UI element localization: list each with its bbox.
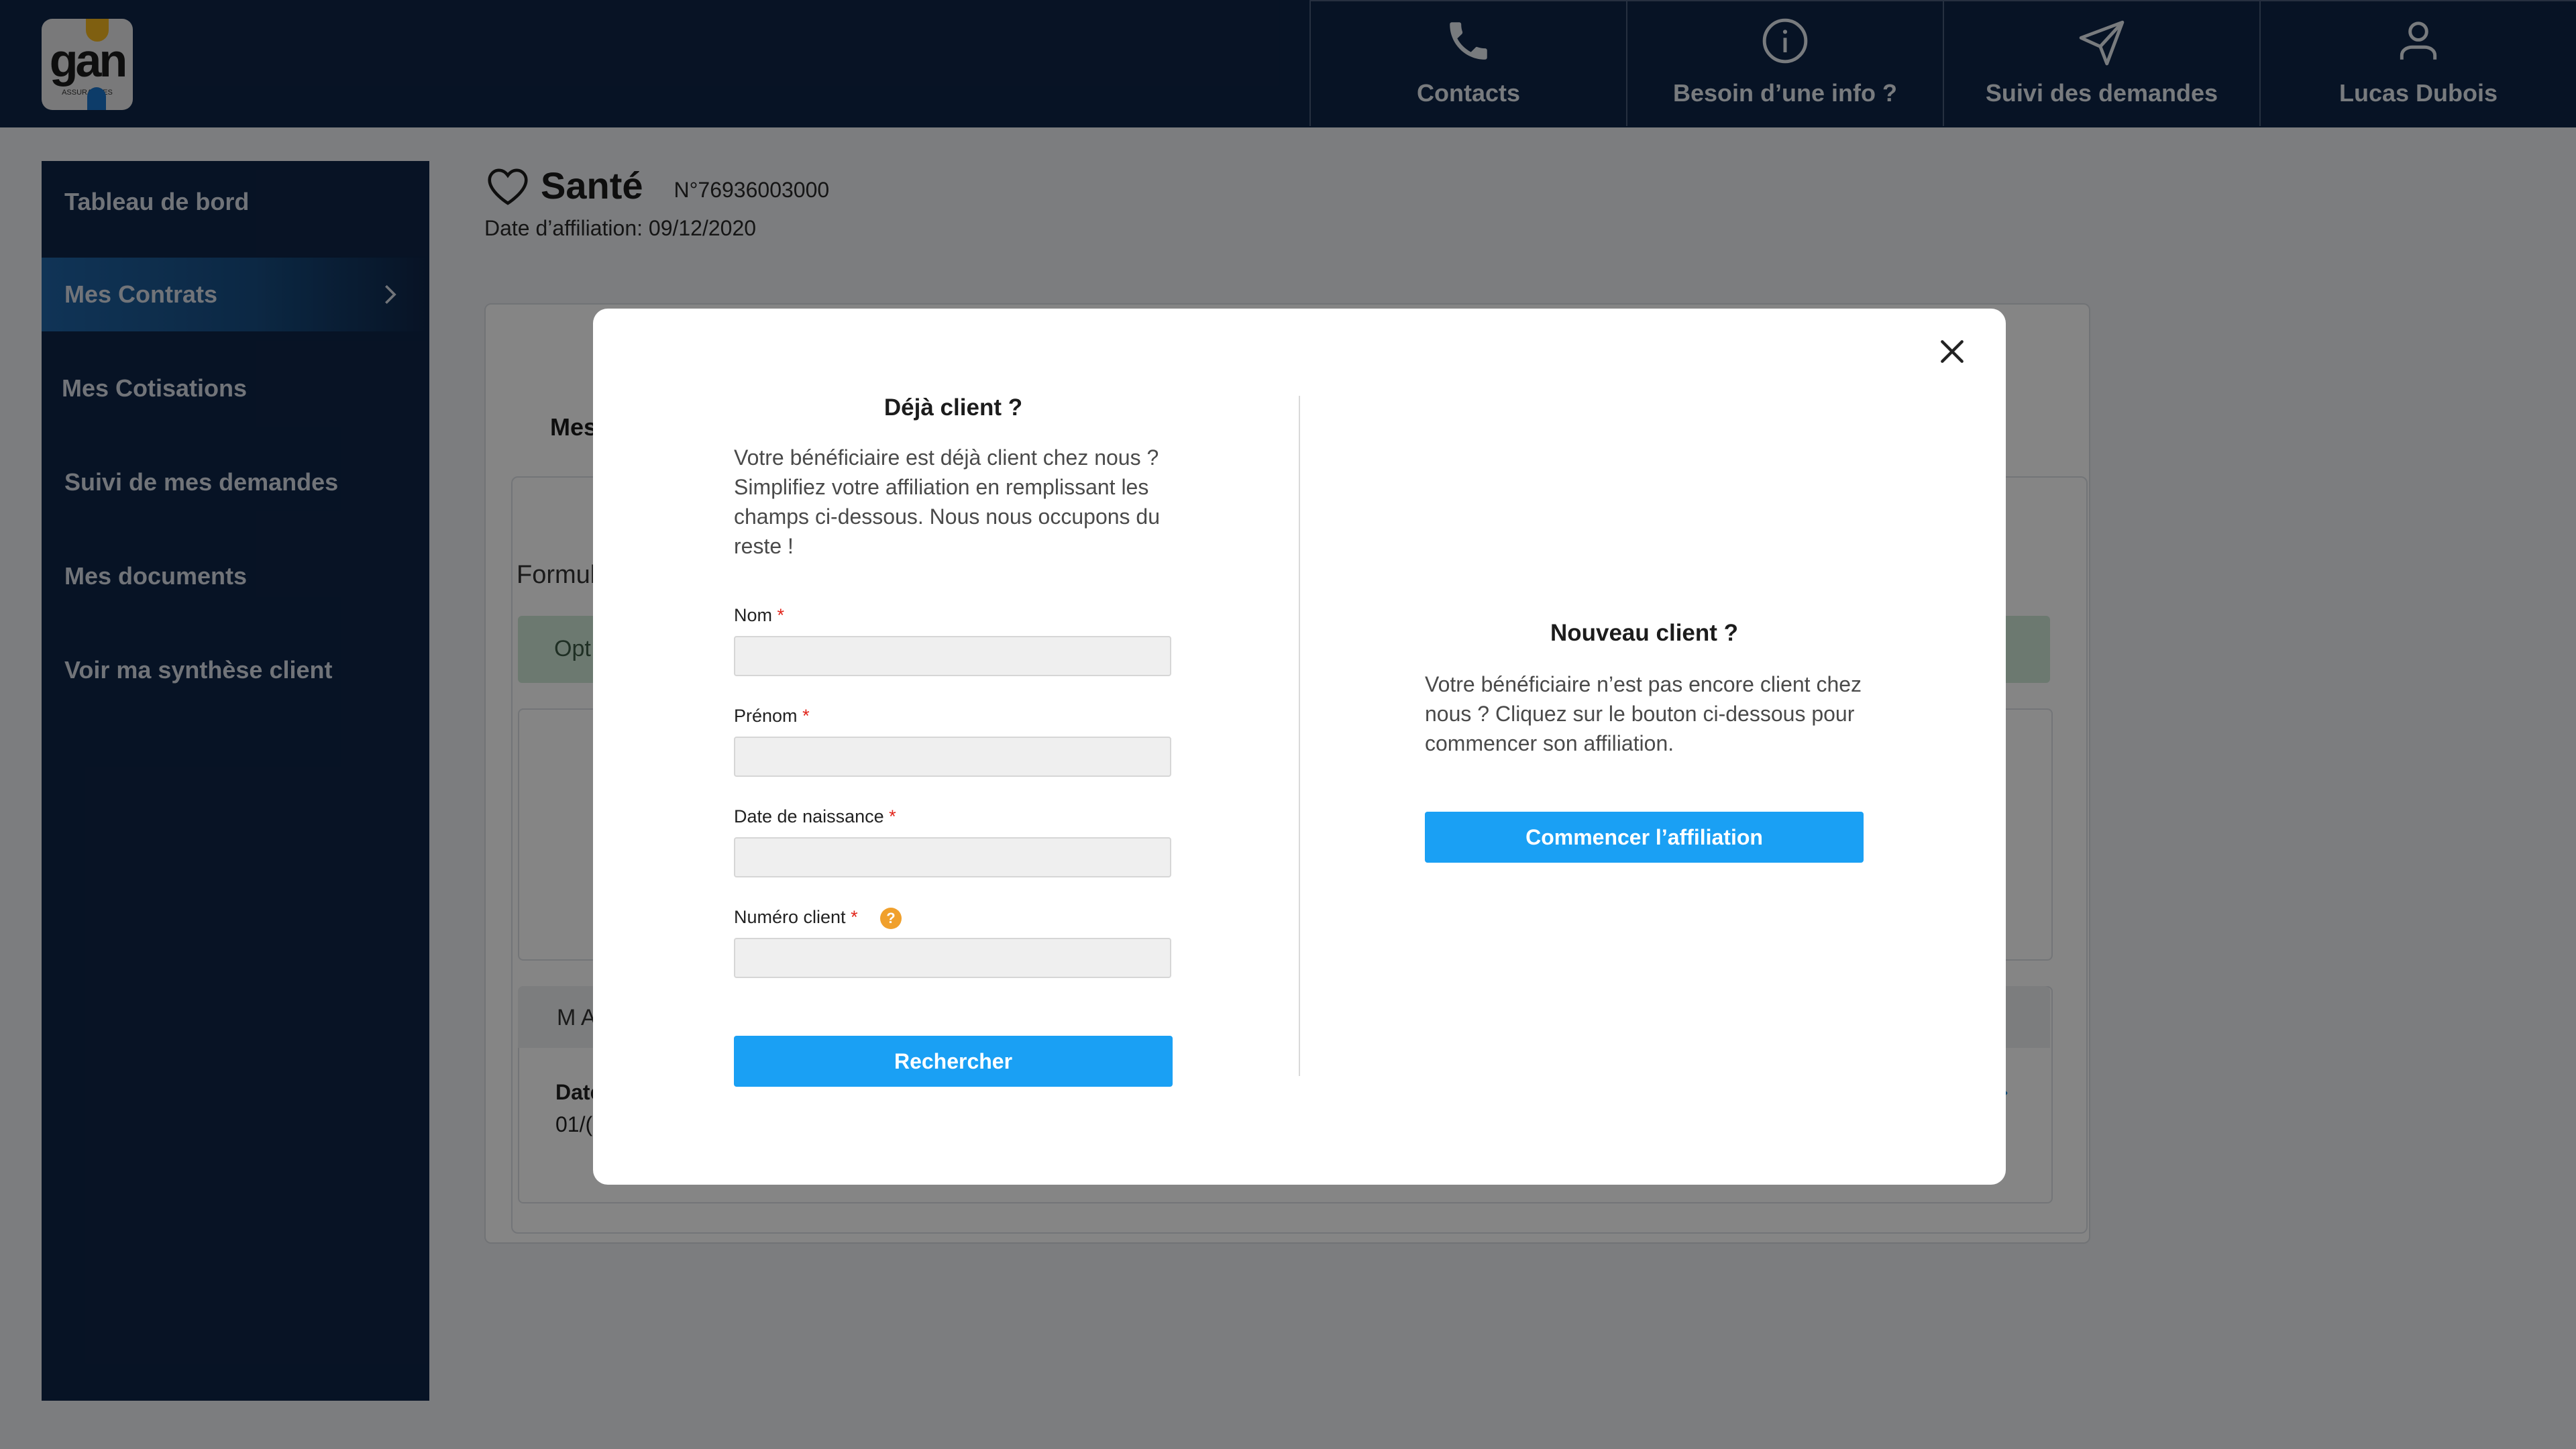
help-icon[interactable]: ? [880,908,902,929]
nom-label-text: Nom [734,605,773,625]
prenom-input[interactable] [734,737,1171,777]
nom-label: Nom * [734,605,784,626]
birthdate-label-text: Date de naissance [734,806,884,826]
birthdate-input[interactable] [734,837,1171,877]
close-icon[interactable] [1937,337,1967,366]
required-mark: * [777,605,785,625]
new-client-text: Votre bénéficiaire n’est pas encore clie… [1425,672,1862,755]
prenom-label: Prénom * [734,706,810,727]
client-number-input[interactable] [734,938,1171,978]
start-affiliation-button[interactable]: Commencer l’affiliation [1425,812,1864,863]
search-button[interactable]: Rechercher [734,1036,1173,1087]
nom-input[interactable] [734,636,1171,676]
required-mark: * [802,706,810,726]
client-number-label-text: Numéro client [734,907,846,927]
birthdate-label: Date de naissance * [734,806,896,827]
modal-divider [1299,396,1300,1076]
required-mark: * [889,806,896,826]
prenom-label-text: Prénom [734,706,798,726]
new-client-title: Nouveau client ? [1550,620,1739,646]
required-mark: * [851,907,858,927]
existing-client-text: Votre bénéficiaire est déjà client chez … [734,445,1161,558]
client-number-label: Numéro client * [734,907,858,928]
existing-client-title: Déjà client ? [883,394,1023,421]
